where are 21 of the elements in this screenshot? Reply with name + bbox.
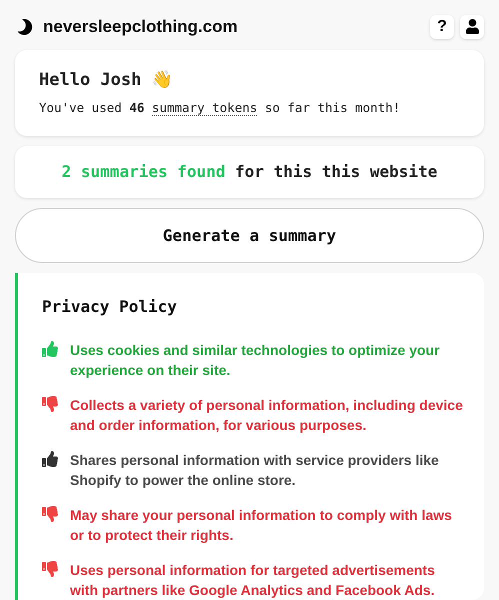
thumbs-up-icon xyxy=(42,451,58,467)
thumbs-down-icon xyxy=(42,396,58,412)
thumbs-up-icon xyxy=(42,341,58,357)
user-icon xyxy=(464,19,480,34)
summary-title: Privacy Policy xyxy=(42,296,178,318)
negative-point: Collects a variety of personal information, including device and order information, for various purposes. xyxy=(70,396,464,435)
thumbs-down-icon xyxy=(42,561,58,577)
moon-icon[interactable] xyxy=(17,18,33,35)
tokens-link[interactable]: summary tokens xyxy=(152,100,258,116)
thumbs-down-icon xyxy=(42,506,58,522)
help-button[interactable]: ? xyxy=(430,14,454,39)
greeting-title: Hello Josh 👋 xyxy=(39,68,174,92)
account-button[interactable] xyxy=(460,14,484,39)
neutral-point: Shares personal information with service providers like Shopify to power the online store. xyxy=(70,451,440,490)
usage-text: You've used 46 summary tokens so far this month! xyxy=(39,99,402,118)
site-domain: neversleepclothing.com xyxy=(43,16,238,38)
negative-point: Uses personal information for targeted advertisements with partners like Google Analytics and Facebook Ads. xyxy=(70,561,436,600)
generate-summary-button[interactable]: Generate a summary xyxy=(15,208,484,263)
positive-point: Uses cookies and similar technologies to optimize your experience on their site. xyxy=(70,341,441,380)
results-text: 2 summaries found for this this website xyxy=(62,161,438,184)
negative-point: May share your personal information to comply with laws or to protect their rights. xyxy=(70,506,453,545)
